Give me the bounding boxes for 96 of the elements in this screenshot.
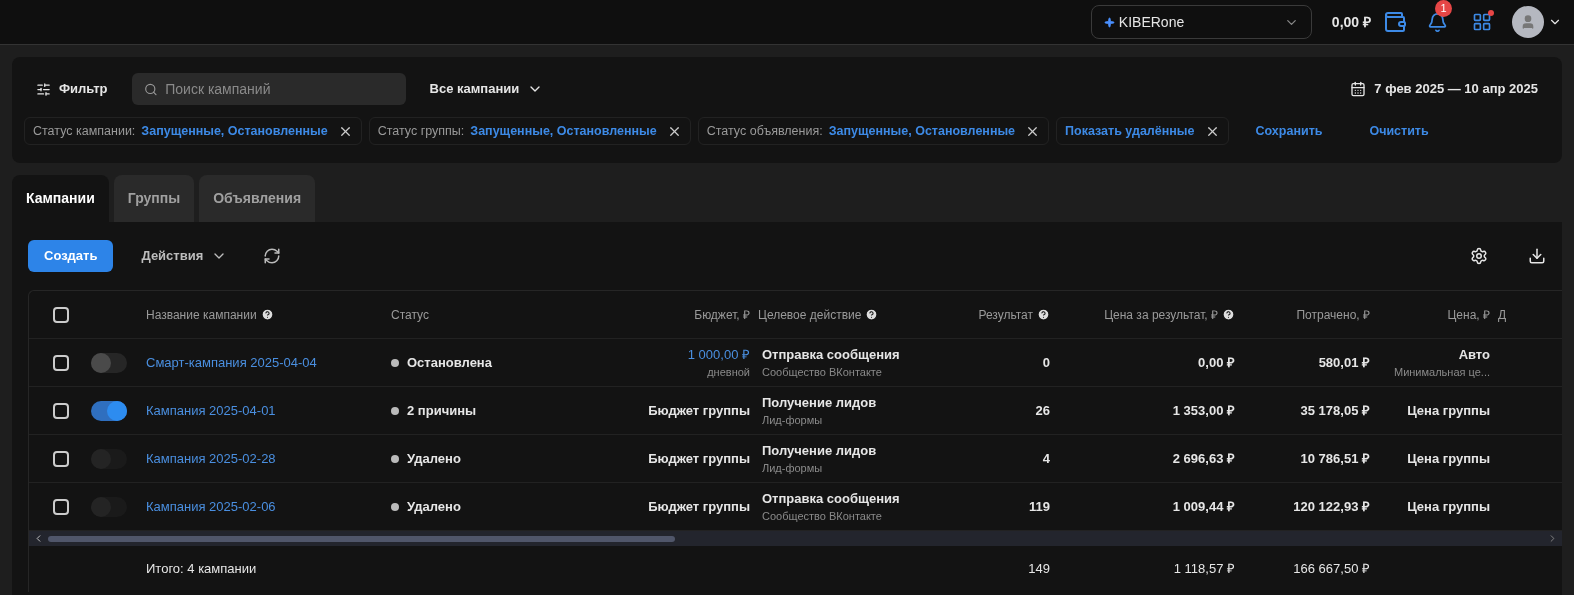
- create-button[interactable]: Создать: [28, 240, 114, 272]
- search-icon: [143, 81, 158, 97]
- cost-per-result: 2 696,63 ₽: [1172, 450, 1235, 466]
- filter-chip[interactable]: Показать удалённые: [1056, 117, 1229, 145]
- target-action-note: Сообщество ВКонтакте: [762, 365, 883, 380]
- target-action-note: Лид-формы: [762, 413, 824, 428]
- price-value: Авто: [1458, 345, 1490, 364]
- help-icon[interactable]: [1037, 308, 1050, 321]
- budget-value: Бюджет группы: [648, 497, 750, 516]
- campaign-link[interactable]: Смарт-кампания 2025-04-04: [146, 354, 317, 370]
- cost-per-result: 1 009,44 ₽: [1172, 498, 1235, 514]
- chip-label: Статус объявления:: [706, 122, 823, 140]
- column-header: Цена за результат, ₽: [1104, 306, 1218, 324]
- status-text: Остановлена: [407, 353, 492, 372]
- chip-value: Запущенные, Остановленные: [141, 122, 328, 140]
- tab[interactable]: Объявления: [199, 175, 316, 222]
- sliders-icon: [36, 81, 51, 97]
- search-input[interactable]: Поиск кампаний: [165, 78, 394, 100]
- tab[interactable]: Группы: [113, 175, 195, 222]
- help-icon[interactable]: [260, 308, 274, 321]
- spent-value: 35 178,05 ₽: [1300, 402, 1370, 418]
- filter-chip[interactable]: Статус кампании: Запущенные, Остановленные: [24, 117, 362, 145]
- budget-value: Бюджет группы: [648, 401, 750, 420]
- chip-value: Запущенные, Остановленные: [828, 122, 1016, 140]
- chip-label: Статус кампании:: [33, 122, 136, 140]
- campaign-link[interactable]: Кампания 2025-04-01: [146, 402, 276, 418]
- apps-icon[interactable]: [1472, 12, 1492, 32]
- checkbox[interactable]: [53, 402, 69, 419]
- column-header: Потрачено, ₽: [1296, 306, 1370, 324]
- price-value: Цена группы: [1407, 401, 1490, 420]
- result-value: 26: [1035, 402, 1050, 418]
- total-label: Итого: 4 кампании: [146, 561, 257, 577]
- budget-value[interactable]: 1 000,00 ₽: [687, 344, 750, 364]
- column-header: Целевое действие: [758, 306, 862, 324]
- balance: 0,00 ₽: [1331, 12, 1371, 32]
- help-icon[interactable]: [865, 308, 879, 321]
- budget-value: Бюджет группы: [648, 449, 750, 468]
- status-text: 2 причины: [407, 401, 477, 420]
- checkbox[interactable]: [53, 306, 69, 323]
- result-value: 119: [1029, 498, 1050, 514]
- budget-note: дневной: [707, 365, 750, 380]
- target-action: Получение лидов: [762, 393, 878, 412]
- chip-label: Статус группы:: [377, 122, 465, 140]
- search-field[interactable]: Поиск кампаний: [131, 73, 406, 105]
- total-spent: 166 667,50 ₽: [1293, 561, 1370, 577]
- wallet-icon[interactable]: [1383, 10, 1407, 34]
- target-action: Отправка сообщения: [762, 489, 901, 508]
- spent-value: 580,01 ₽: [1318, 354, 1370, 370]
- account-select[interactable]: KIBERone: [1090, 5, 1312, 39]
- column-header: Д: [1498, 306, 1507, 324]
- total-cost-per-result: 1 118,57 ₽: [1173, 561, 1235, 577]
- filter-chip[interactable]: Статус группы: Запущенные, Остановленные: [368, 117, 691, 145]
- spent-value: 120 122,93 ₽: [1293, 498, 1370, 514]
- column-header: Цена, ₽: [1447, 306, 1490, 324]
- bell-icon[interactable]: [1427, 11, 1448, 33]
- sparkle-icon: [1103, 16, 1115, 28]
- notification-badge: 1: [1435, 0, 1452, 17]
- price-note: Минимальная це...: [1393, 365, 1490, 380]
- status-text: Удалено: [407, 497, 461, 516]
- cost-per-result: 0,00 ₽: [1198, 354, 1235, 370]
- target-action: Получение лидов: [762, 441, 878, 460]
- result-value: 4: [1042, 450, 1050, 466]
- column-header: Название кампании: [146, 306, 257, 324]
- calendar-icon[interactable]: [1350, 81, 1367, 97]
- horizontal-scrollbar[interactable]: [29, 531, 1562, 546]
- price-value: Цена группы: [1407, 497, 1490, 516]
- tab[interactable]: Кампании: [12, 175, 109, 222]
- cost-per-result: 1 353,00 ₽: [1172, 402, 1235, 418]
- link-button[interactable]: Сохранить: [1235, 121, 1343, 141]
- status-text: Удалено: [407, 449, 461, 468]
- settings-icon[interactable]: [1470, 247, 1488, 265]
- result-value: 0: [1042, 354, 1050, 370]
- column-header: Бюджет, ₽: [694, 306, 750, 324]
- spent-value: 10 786,51 ₽: [1300, 450, 1370, 466]
- toggle-switch[interactable]: [91, 352, 127, 373]
- scope-dropdown[interactable]: Все кампании: [429, 79, 544, 99]
- filter-button[interactable]: Фильтр: [36, 79, 108, 99]
- price-value: Цена группы: [1407, 449, 1490, 468]
- toggle-switch[interactable]: [91, 400, 127, 421]
- column-header: Результат: [978, 306, 1033, 324]
- filter-chip[interactable]: Статус объявления: Запущенные, Остановленные: [697, 117, 1050, 145]
- date-range[interactable]: 7 фев 2025 — 10 апр 2025: [1374, 79, 1538, 99]
- chip-value: Запущенные, Остановленные: [470, 122, 657, 140]
- checkbox[interactable]: [53, 354, 69, 371]
- total-result: 149: [1028, 561, 1050, 577]
- target-action: Отправка сообщения: [762, 345, 901, 364]
- help-icon[interactable]: [1222, 308, 1235, 321]
- refresh-icon[interactable]: [263, 247, 282, 265]
- chip-value: Показать удалённые: [1065, 122, 1195, 140]
- actions-dropdown[interactable]: Действия: [141, 246, 228, 266]
- target-action-note: Сообщество ВКонтакте: [762, 509, 883, 524]
- target-action-note: Лид-формы: [762, 461, 824, 476]
- column-header: Статус: [391, 306, 429, 324]
- avatar[interactable]: [1512, 6, 1544, 38]
- link-button[interactable]: Очистить: [1349, 121, 1449, 141]
- download-icon[interactable]: [1528, 247, 1546, 265]
